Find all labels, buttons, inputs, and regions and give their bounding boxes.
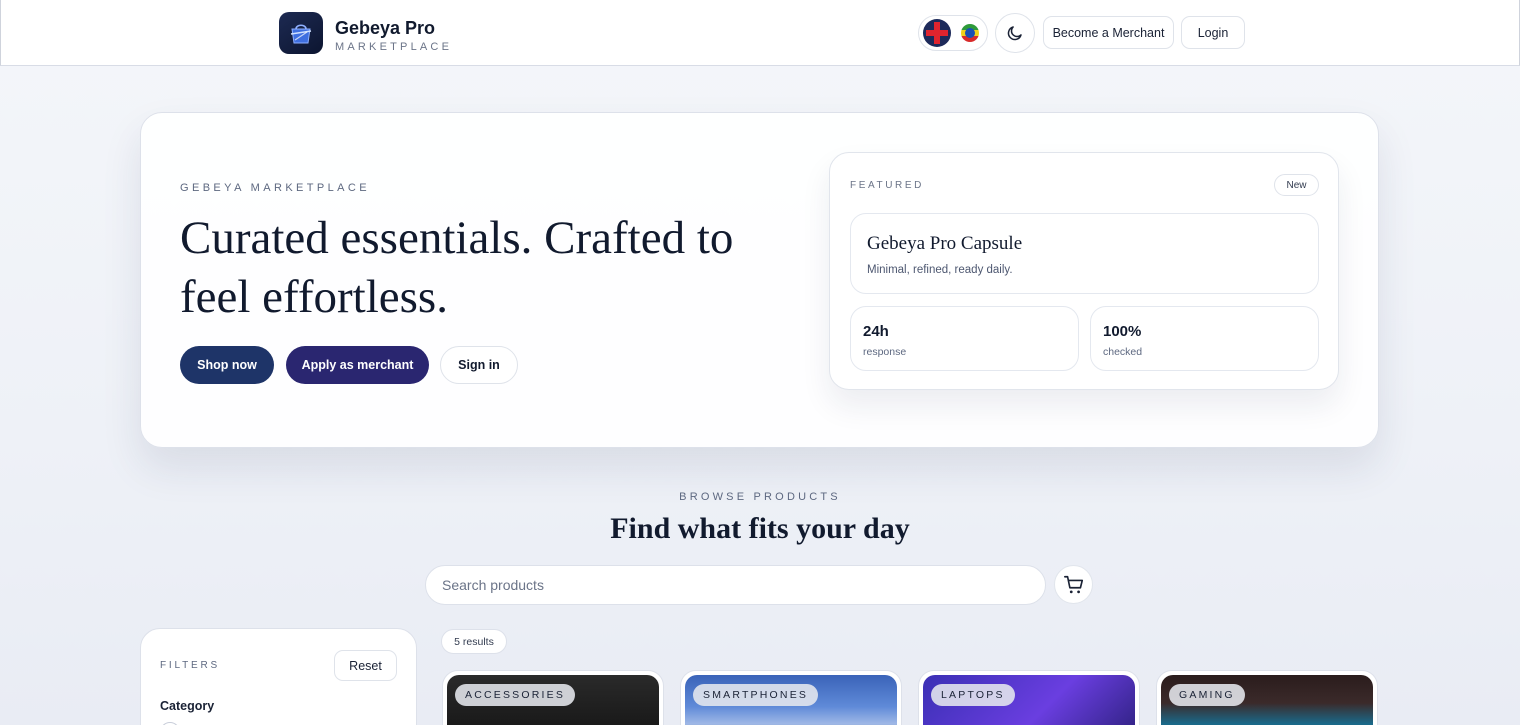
english-flag-icon[interactable]: [923, 19, 951, 47]
shopping-bag-logo-icon: [279, 12, 323, 54]
product-image: LAPTOPS: [923, 675, 1135, 725]
featured-card: FEATURED New Gebeya Pro Capsule Minimal,…: [829, 152, 1339, 390]
category-tag: LAPTOPS: [931, 684, 1015, 706]
category-tag: ACCESSORIES: [455, 684, 576, 706]
category-tag: GAMING: [1169, 684, 1245, 706]
sign-in-button[interactable]: Sign in: [440, 346, 518, 384]
featured-product-title: Gebeya Pro Capsule: [867, 233, 1023, 254]
apply-merchant-button[interactable]: Apply as merchant: [286, 346, 429, 384]
hero-eyebrow: GEBEYA MARKETPLACE: [180, 182, 370, 194]
category-label: Category: [160, 699, 215, 713]
brand-name: Gebeya Pro: [335, 17, 436, 38]
brand-subtitle: MARKETPLACE: [335, 40, 453, 53]
product-image: GAMING: [1161, 675, 1373, 725]
featured-product-card[interactable]: Gebeya Pro Capsule Minimal, refined, rea…: [850, 213, 1319, 294]
stat-value: 24h: [863, 323, 889, 340]
browse-title: Find what fits your day: [610, 512, 910, 545]
top-navbar: Gebeya Pro MARKETPLACE Become a Merchant…: [0, 0, 1520, 66]
hero-title: Curated essentials. Crafted to feel effo…: [180, 212, 734, 323]
new-badge: New: [1274, 174, 1319, 196]
product-card[interactable]: LAPTOPS: [918, 670, 1140, 725]
stat-label: response: [863, 346, 907, 358]
hero-section: GEBEYA MARKETPLACE Curated essentials. C…: [140, 112, 1379, 448]
theme-toggle-button[interactable]: [995, 13, 1035, 53]
become-merchant-button[interactable]: Become a Merchant: [1043, 16, 1174, 49]
stat-checked: 100% checked: [1090, 306, 1319, 371]
cart-button[interactable]: [1054, 565, 1093, 604]
product-card[interactable]: GAMING: [1156, 670, 1378, 725]
product-card[interactable]: ACCESSORIES: [442, 670, 664, 725]
language-switcher[interactable]: [918, 15, 988, 51]
stat-value: 100%: [1103, 323, 1142, 340]
results-count-badge: 5 results: [441, 629, 507, 654]
login-button[interactable]: Login: [1181, 16, 1245, 49]
shop-now-button[interactable]: Shop now: [180, 346, 274, 384]
product-card[interactable]: SMARTPHONES: [680, 670, 902, 725]
ethiopia-flag-icon[interactable]: [961, 24, 979, 42]
category-tag: SMARTPHONES: [693, 684, 819, 706]
brand[interactable]: Gebeya Pro MARKETPLACE: [279, 12, 452, 54]
cart-icon: [1063, 575, 1083, 593]
filters-panel: FILTERS Reset Category: [140, 628, 417, 725]
product-image: ACCESSORIES: [447, 675, 659, 725]
featured-product-description: Minimal, refined, ready daily.: [867, 264, 1013, 276]
reset-filters-button[interactable]: Reset: [334, 650, 397, 681]
product-image: SMARTPHONES: [685, 675, 897, 725]
search-input[interactable]: [425, 565, 1046, 605]
moon-icon: [1007, 26, 1022, 41]
browse-eyebrow: BROWSE PRODUCTS: [679, 491, 841, 503]
featured-eyebrow: FEATURED: [850, 180, 924, 191]
stat-label: checked: [1103, 346, 1143, 358]
filters-eyebrow: FILTERS: [160, 660, 220, 671]
stat-response: 24h response: [850, 306, 1079, 371]
